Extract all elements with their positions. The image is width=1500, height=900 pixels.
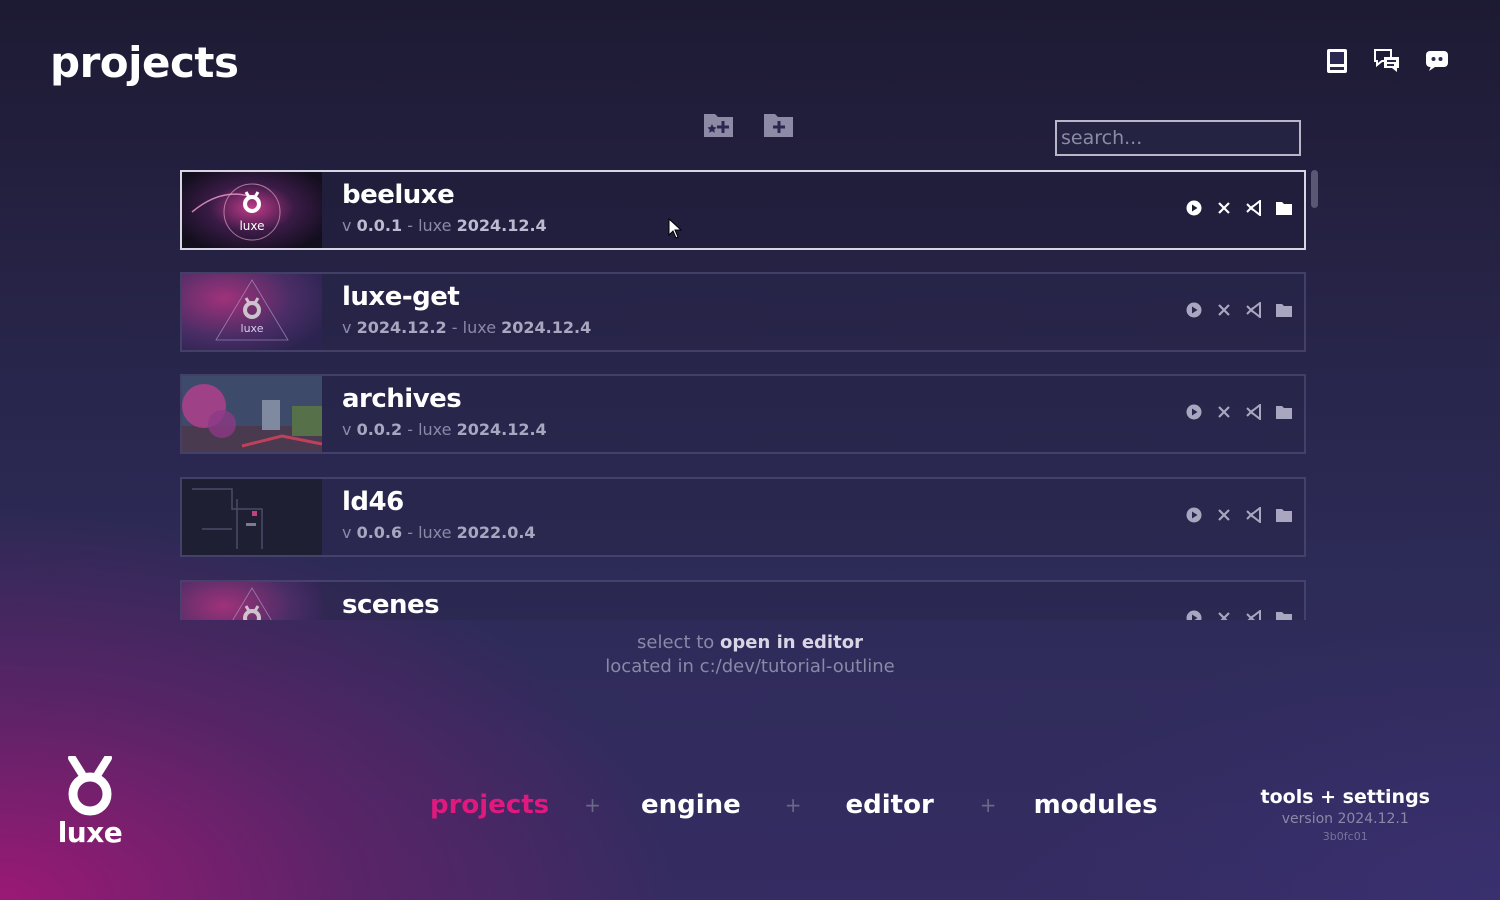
nav-separator: + <box>784 793 802 817</box>
project-tools <box>703 110 795 140</box>
discord-icon[interactable] <box>1424 46 1450 76</box>
close-icon[interactable] <box>1216 404 1232 420</box>
row-actions <box>1186 610 1292 620</box>
nav-projects[interactable]: projects <box>430 790 549 820</box>
project-row-luxe-get[interactable]: luxe luxe-get v 2024.12.2 - luxe 2024.12… <box>180 272 1306 352</box>
project-meta: v 0.0.1 - luxe 2024.12.4 <box>342 216 547 235</box>
folder-icon[interactable] <box>1276 404 1292 420</box>
project-thumbnail <box>182 582 322 620</box>
project-list: luxe beeluxe v 0.0.1 - luxe 2024.12.4 lu… <box>180 170 1306 620</box>
project-name: luxe-get <box>342 282 460 312</box>
project-name: scenes <box>342 590 440 620</box>
play-icon[interactable] <box>1186 200 1202 216</box>
tools-settings-link[interactable]: tools + settings <box>1261 786 1430 808</box>
play-icon[interactable] <box>1186 302 1202 318</box>
nav-separator: + <box>584 793 601 817</box>
new-folder-icon[interactable] <box>763 110 795 140</box>
close-icon[interactable] <box>1216 507 1232 523</box>
project-thumbnail: luxe <box>182 172 322 248</box>
folder-icon[interactable] <box>1276 610 1292 620</box>
project-row-scenes[interactable]: scenes <box>180 580 1306 620</box>
nav-separator: + <box>979 793 997 817</box>
hint-line-path: located in c:/dev/tutorial-outline <box>605 656 895 677</box>
folder-icon[interactable] <box>1276 200 1292 216</box>
add-existing-folder-icon[interactable] <box>703 110 735 140</box>
project-row-beeluxe[interactable]: luxe beeluxe v 0.0.1 - luxe 2024.12.4 <box>180 170 1306 250</box>
logo-text: luxe <box>57 816 123 849</box>
folder-icon[interactable] <box>1276 302 1292 318</box>
mouse-cursor <box>668 218 682 239</box>
close-icon[interactable] <box>1216 302 1232 318</box>
project-name: ld46 <box>342 487 404 517</box>
page-title: projects <box>50 38 239 87</box>
nav-engine[interactable]: engine <box>641 790 741 820</box>
vscode-icon[interactable] <box>1246 507 1262 523</box>
project-row-archives[interactable]: archives v 0.0.2 - luxe 2024.12.4 <box>180 374 1306 454</box>
main-nav: projects + engine + editor + modules <box>430 790 1158 820</box>
project-name: beeluxe <box>342 180 455 210</box>
project-thumbnail: luxe <box>182 274 322 350</box>
project-thumbnail <box>182 376 322 452</box>
play-icon[interactable] <box>1186 610 1202 620</box>
close-icon[interactable] <box>1216 610 1232 620</box>
hint-line-action: select to open in editor <box>637 632 863 653</box>
row-actions <box>1186 404 1292 420</box>
thumbnail-logo-text: luxe <box>239 219 264 233</box>
project-meta: v 2024.12.2 - luxe 2024.12.4 <box>342 318 592 337</box>
play-icon[interactable] <box>1186 404 1202 420</box>
build-label: 3b0fc01 <box>1322 830 1368 843</box>
luxe-logo-icon <box>68 754 112 816</box>
vscode-icon[interactable] <box>1246 200 1262 216</box>
row-actions <box>1186 302 1292 318</box>
nav-editor[interactable]: editor <box>846 790 934 820</box>
vscode-icon[interactable] <box>1246 404 1262 420</box>
search-input[interactable] <box>1055 120 1301 156</box>
luxe-logo: luxe <box>56 754 124 849</box>
project-meta: v 0.0.6 - luxe 2022.0.4 <box>342 523 536 542</box>
version-label: version 2024.12.1 <box>1281 811 1409 827</box>
row-actions <box>1186 200 1292 216</box>
project-meta: v 0.0.2 - luxe 2024.12.4 <box>342 420 547 439</box>
project-thumbnail <box>182 479 322 555</box>
list-scrollbar[interactable] <box>1311 170 1318 208</box>
folder-icon[interactable] <box>1276 507 1292 523</box>
project-name: archives <box>342 384 462 414</box>
nav-modules[interactable]: modules <box>1034 790 1158 820</box>
vscode-icon[interactable] <box>1246 302 1262 318</box>
project-row-ld46[interactable]: ld46 v 0.0.6 - luxe 2022.0.4 <box>180 477 1306 557</box>
close-icon[interactable] <box>1216 200 1232 216</box>
footer-info: tools + settings version 2024.12.1 3b0fc… <box>1261 786 1430 843</box>
row-actions <box>1186 507 1292 523</box>
thumbnail-logo-text: luxe <box>241 322 264 335</box>
vscode-icon[interactable] <box>1246 610 1262 620</box>
chat-icon[interactable] <box>1374 46 1400 76</box>
book-icon[interactable] <box>1324 46 1350 76</box>
top-icon-bar <box>1324 46 1450 76</box>
play-icon[interactable] <box>1186 507 1202 523</box>
